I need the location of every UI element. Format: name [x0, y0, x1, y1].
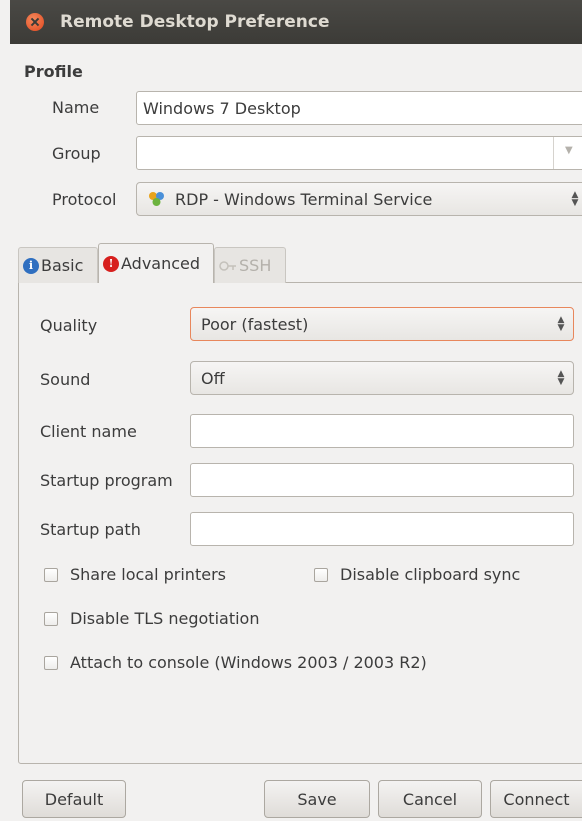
- protocol-label: Protocol: [52, 190, 117, 209]
- updown-arrows-icon: ▲ ▼: [557, 315, 565, 333]
- info-icon: i: [23, 257, 39, 274]
- disable-clipboard-label: Disable clipboard sync: [340, 565, 521, 584]
- connect-button[interactable]: Connect: [490, 780, 582, 818]
- profile-heading: Profile: [24, 62, 83, 81]
- share-printers-label: Share local printers: [70, 565, 226, 584]
- disable-tls-checkbox[interactable]: Disable TLS negotiation: [44, 609, 259, 628]
- tab-ssh-label: SSH: [239, 256, 272, 275]
- startup-program-label: Startup program: [40, 471, 173, 490]
- group-combo-entry[interactable]: ▼: [136, 136, 582, 170]
- sound-value: Off: [201, 368, 225, 388]
- name-input-value: Windows 7 Desktop: [143, 98, 301, 118]
- close-icon[interactable]: [26, 13, 44, 31]
- quality-value: Poor (fastest): [201, 314, 309, 334]
- updown-arrows-icon: ▲ ▼: [571, 190, 579, 208]
- sound-label: Sound: [40, 370, 91, 389]
- startup-path-input[interactable]: [190, 512, 574, 546]
- group-label: Group: [52, 144, 101, 163]
- checkbox-box[interactable]: [314, 567, 328, 582]
- startup-path-label: Startup path: [40, 520, 141, 539]
- warning-icon: !: [103, 255, 119, 272]
- share-printers-checkbox[interactable]: Share local printers: [44, 565, 226, 584]
- tab-basic-label: Basic: [41, 256, 84, 275]
- chevron-down-icon[interactable]: ▼: [565, 145, 573, 156]
- quality-label: Quality: [40, 316, 98, 335]
- tab-advanced-label: Advanced: [121, 254, 201, 273]
- ssh-key-icon: [219, 260, 236, 271]
- tab-ssh: SSH: [214, 247, 286, 283]
- name-label: Name: [52, 98, 100, 117]
- disable-clipboard-checkbox[interactable]: Disable clipboard sync: [314, 565, 520, 584]
- disable-tls-label: Disable TLS negotiation: [70, 609, 260, 628]
- cancel-button[interactable]: Cancel: [378, 780, 482, 818]
- attach-console-checkbox[interactable]: Attach to console (Windows 2003 / 2003 R…: [44, 653, 427, 672]
- save-button[interactable]: Save: [264, 780, 370, 818]
- client-name-input[interactable]: [190, 414, 574, 448]
- checkbox-box[interactable]: [44, 567, 58, 582]
- checkbox-box[interactable]: [44, 655, 58, 670]
- sound-select[interactable]: Off ▲ ▼: [190, 361, 574, 395]
- tab-advanced[interactable]: ! Advanced: [98, 243, 214, 283]
- window-title: Remote Desktop Preference: [60, 12, 330, 32]
- group-divider: [553, 137, 554, 169]
- quality-select[interactable]: Poor (fastest) ▲ ▼: [190, 307, 574, 341]
- title-bar: Remote Desktop Preference: [10, 0, 582, 44]
- rdp-plugin-icon: [149, 192, 164, 206]
- startup-program-input[interactable]: [190, 463, 574, 497]
- tab-basic[interactable]: i Basic: [18, 247, 98, 283]
- protocol-select[interactable]: RDP - Windows Terminal Service ▲ ▼: [136, 182, 582, 216]
- default-button[interactable]: Default: [22, 780, 126, 818]
- attach-console-label: Attach to console (Windows 2003 / 2003 R…: [70, 653, 427, 672]
- client-name-label: Client name: [40, 422, 137, 441]
- checkbox-box[interactable]: [44, 611, 58, 626]
- protocol-value: RDP - Windows Terminal Service: [175, 189, 433, 209]
- name-input[interactable]: Windows 7 Desktop: [136, 91, 582, 125]
- updown-arrows-icon: ▲ ▼: [557, 369, 565, 387]
